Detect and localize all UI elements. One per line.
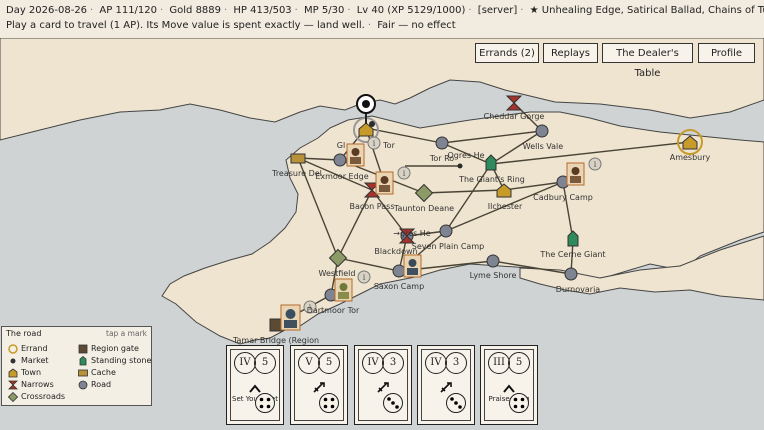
travel-card[interactable]: IV 3 — [417, 345, 475, 425]
label-taunton: Taunton Deane — [393, 204, 454, 213]
legend-narrows[interactable]: Narrows — [8, 379, 54, 390]
market-icon — [10, 358, 16, 363]
label-amesbury: Amesbury — [670, 153, 711, 162]
card-rank: IV — [362, 352, 384, 374]
traits-label: ★ Unhealing Edge, Satirical Ballad, Chai… — [529, 5, 764, 16]
legend-hint[interactable]: tap a mark — [106, 329, 147, 338]
travel-card[interactable]: V 5 — [290, 345, 348, 425]
label-exmoor: Exmoor Edge — [315, 172, 368, 181]
map-legend: The road tap a mark Errand Market Town N… — [1, 326, 152, 406]
info-glyph: i — [594, 160, 597, 169]
card-rank: IV — [234, 352, 256, 374]
server-label: [server] — [477, 5, 518, 16]
info-glyph: i — [373, 139, 376, 148]
gold-label: Gold 8889 — [169, 5, 222, 16]
card-rank: III — [488, 352, 510, 374]
legend-town[interactable]: Town — [8, 367, 41, 378]
errand-icon — [8, 343, 18, 354]
cache-icon — [78, 369, 88, 376]
replays-button[interactable]: Replays — [543, 43, 598, 63]
legend-road[interactable]: Road — [78, 379, 111, 390]
weather-label: Fair — no effect — [377, 20, 456, 31]
region-gate-icon — [78, 344, 88, 353]
legend-region-gate[interactable]: Region gate — [78, 343, 139, 354]
npc-portrait-icon[interactable] — [346, 143, 365, 167]
hp-label: HP 413/503 — [233, 5, 292, 16]
card-move: 3 — [382, 352, 404, 374]
label-bacon: Bacon Pass — [350, 202, 395, 211]
label-cerne: The Cerne Giant — [539, 250, 605, 259]
legend-crossroads[interactable]: Crossroads — [7, 391, 65, 402]
npc-portrait-icon[interactable] — [403, 254, 422, 278]
legend-standing-stone[interactable]: Standing stone — [78, 355, 151, 366]
die-three-icon — [446, 393, 466, 417]
crossroads-icon — [7, 391, 19, 402]
label-westfield: Westfield — [319, 269, 356, 278]
label-giants-ring: The Giant's Ring — [458, 175, 525, 184]
ap-label: AP 111/120 — [99, 5, 158, 16]
npc-portrait-icon[interactable] — [334, 278, 353, 302]
node-tor-road[interactable] — [435, 136, 449, 150]
label-treasure: Treasure Del — [271, 169, 322, 178]
label-ogreshe: Ogres He — [447, 151, 484, 160]
node-exmoor-edge[interactable] — [333, 153, 347, 167]
market-icon[interactable] — [457, 163, 463, 169]
profile-button[interactable]: Profile — [698, 43, 755, 63]
info-glyph: i — [403, 169, 406, 178]
node-seven-plain[interactable] — [439, 224, 453, 238]
region-gate-icon[interactable] — [269, 318, 283, 332]
mp-label: MP 5/30 — [304, 5, 345, 16]
label-seven: Seven Plain Camp — [412, 242, 484, 251]
label-cheddar: Cheddar Gorge — [484, 112, 545, 121]
node-wells-vale[interactable] — [535, 124, 549, 138]
card-rank: IV — [425, 352, 447, 374]
label-durnovaria: Durnovaria — [556, 285, 600, 294]
legend-title: The road — [6, 329, 42, 338]
die-four-icon — [319, 393, 339, 417]
day-label: Day 2026-08-26 — [6, 5, 88, 16]
card-rank: V — [298, 352, 320, 374]
label-cadbury: Cadbury Camp — [533, 193, 593, 202]
travel-card[interactable]: IV 5 Set Your Feet — [226, 345, 284, 425]
errands-button[interactable]: Errands (2) — [475, 43, 539, 63]
road-icon — [78, 380, 88, 389]
die-four-icon — [509, 393, 529, 417]
node-lyme-shore[interactable] — [486, 254, 500, 268]
status-bar: Day 2026-08-26 · AP 111/120 · Gold 8889 · H… — [0, 0, 764, 39]
label-wells: Wells Vale — [523, 142, 563, 151]
label-ilchester: Ilchester — [488, 202, 523, 211]
travel-card[interactable]: III 5 Praise Song — [480, 345, 538, 425]
card-move: 5 — [508, 352, 530, 374]
label-ogres-h2: →gres He — [393, 229, 431, 238]
label-dartmoor: Dartmoor Tor — [307, 306, 360, 315]
cache-icon[interactable] — [290, 153, 306, 164]
hint-message: Play a card to travel (1 AP). Its Move v… — [6, 20, 365, 31]
travel-card[interactable]: IV 3 — [354, 345, 412, 425]
npc-portrait-icon[interactable] — [280, 304, 301, 331]
die-three-icon — [383, 393, 403, 417]
node-durnovaria[interactable] — [564, 267, 578, 281]
npc-portrait-icon[interactable] — [375, 171, 394, 195]
standing-stone-icon — [79, 355, 87, 365]
card-move: 5 — [318, 352, 340, 374]
level-label: Lv 40 (XP 5129/1000) — [356, 5, 466, 16]
dealers-table-button[interactable]: The Dealer's Table — [602, 43, 693, 79]
narrows-icon — [8, 380, 18, 389]
legend-cache[interactable]: Cache — [78, 367, 116, 378]
legend-errand[interactable]: Errand — [8, 343, 48, 354]
die-four-icon — [255, 393, 275, 417]
label-glastonbury: Gl — [337, 141, 345, 150]
info-glyph: i — [363, 273, 366, 282]
card-move: 3 — [445, 352, 467, 374]
npc-portrait-icon[interactable] — [566, 162, 585, 186]
label-tamar: Tamar Bridge (Region — [232, 336, 319, 345]
label-saxon: Saxon Camp — [374, 282, 424, 291]
label-tor: Tor — [382, 141, 395, 150]
label-lyme: Lyme Shore — [470, 271, 517, 280]
node-saxon-camp[interactable] — [392, 264, 406, 278]
card-move: 5 — [254, 352, 276, 374]
legend-market[interactable]: Market — [8, 355, 49, 366]
town-icon — [8, 368, 18, 377]
